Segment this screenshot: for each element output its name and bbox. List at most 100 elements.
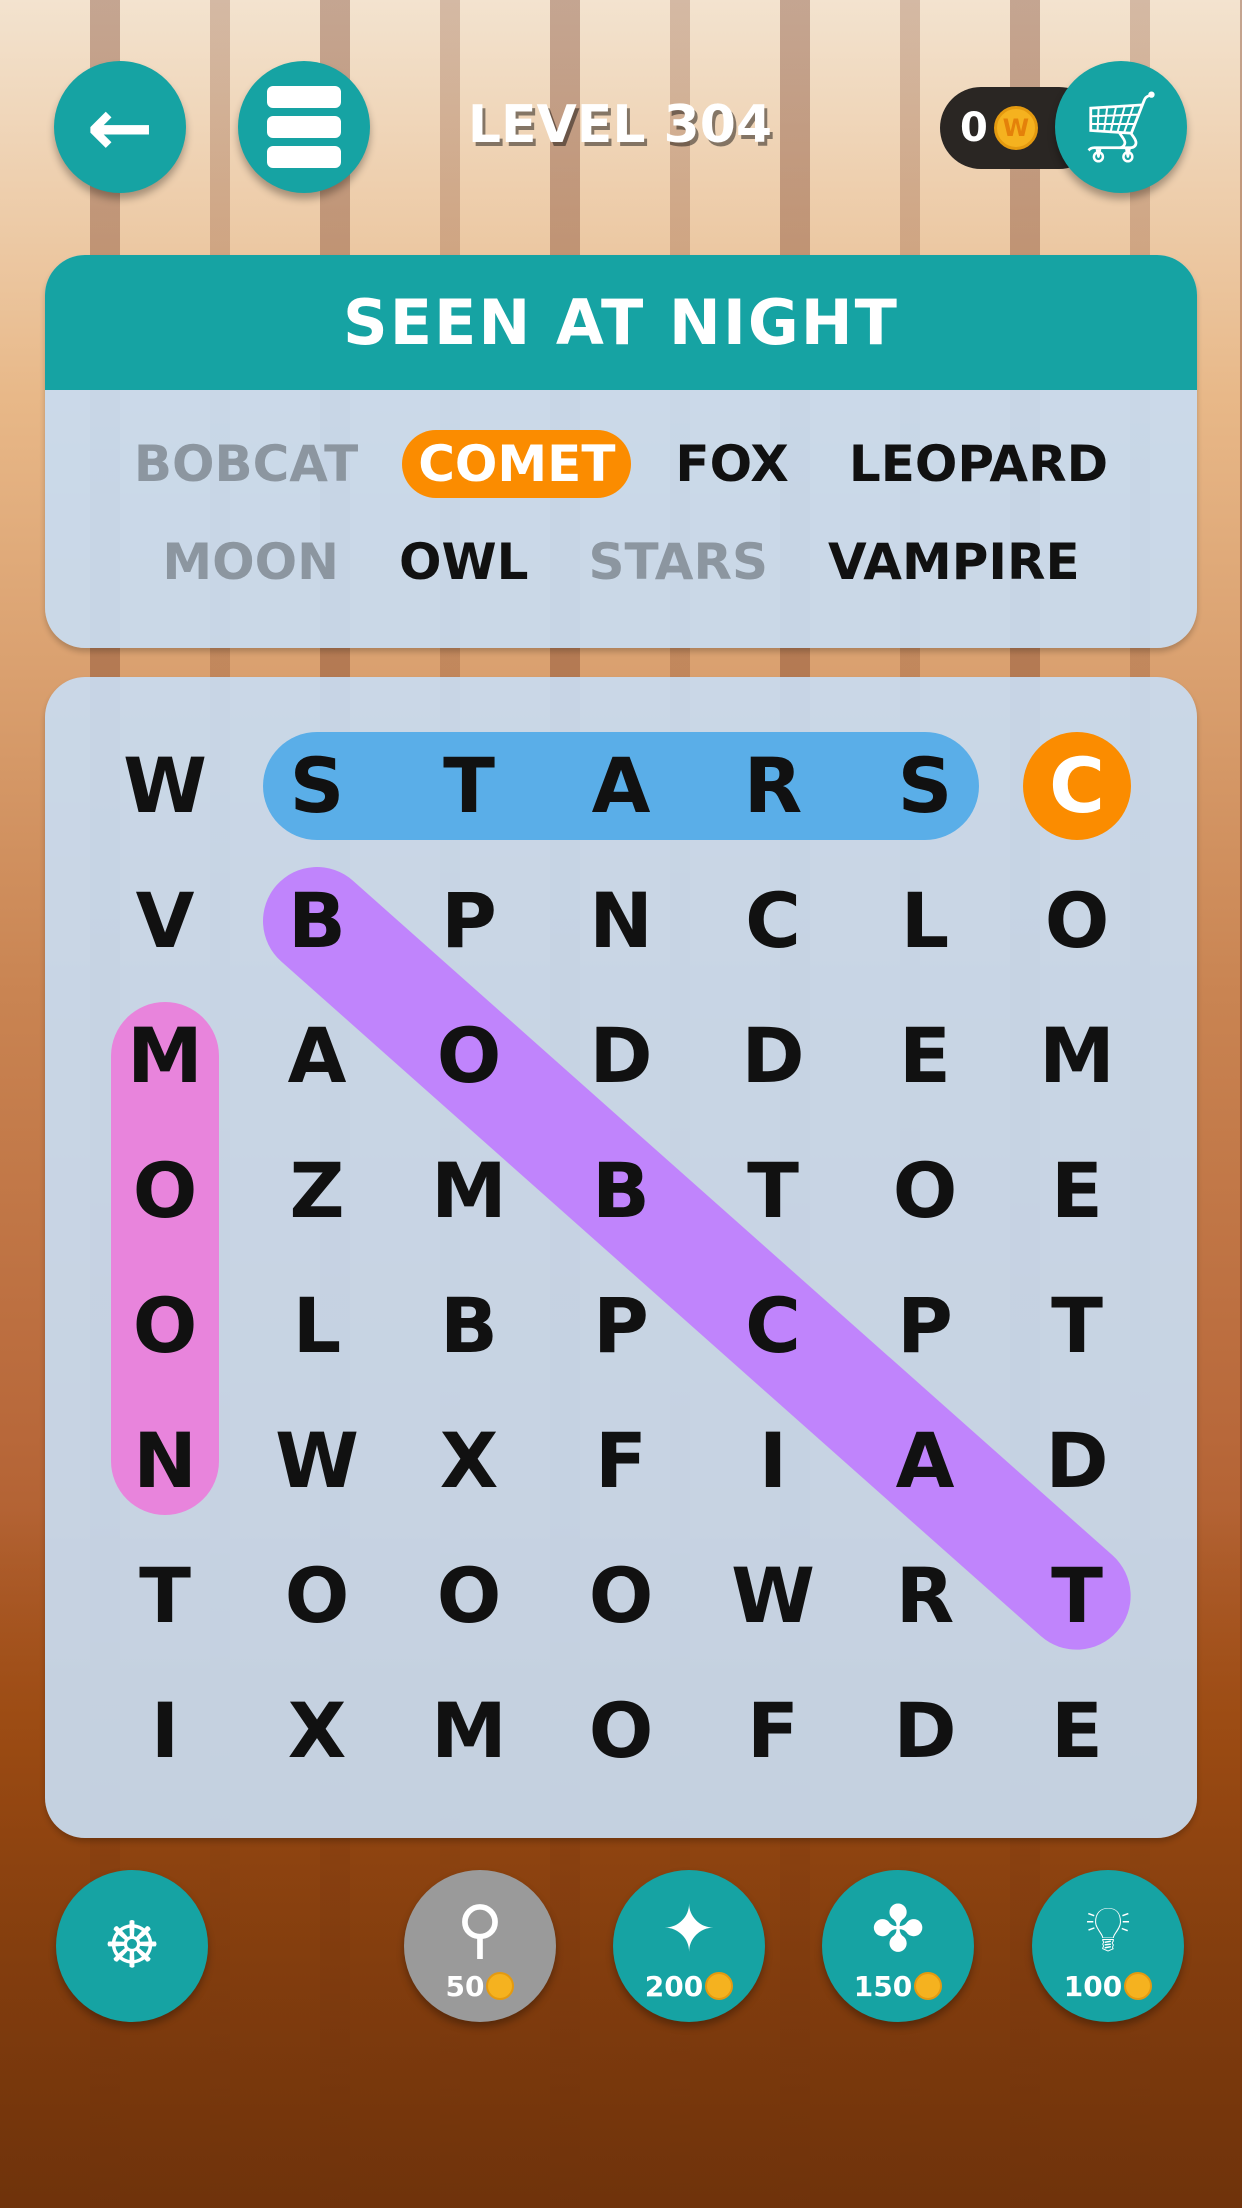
level-title: LEVEL 304 [467, 95, 773, 155]
rocket-button[interactable]: ✦ 200 [613, 1870, 765, 2022]
grid-cell[interactable]: Z [257, 1131, 377, 1251]
grid-cell[interactable]: I [105, 1671, 225, 1791]
grid-cell[interactable]: P [561, 1266, 681, 1386]
magnifier-button[interactable]: ⚲ 50 [404, 1870, 556, 2022]
grid-cell[interactable]: E [865, 996, 985, 1116]
grid-cell[interactable]: D [1017, 1401, 1137, 1521]
letter-grid[interactable]: WSTARSCVBPNCLOMAODDEMOZMBTOEOLBPCPTNWXFI… [45, 677, 1197, 1838]
cost-value: 200 [644, 1969, 704, 2003]
word-leopard: LEOPARD [848, 435, 1109, 493]
coin-icon [1124, 1972, 1153, 2000]
word-comet: COMET [402, 430, 632, 498]
grid-cell[interactable]: C [1017, 726, 1137, 846]
cart-icon: 🛒︎ [1076, 85, 1166, 168]
grid-cell[interactable]: O [257, 1536, 377, 1656]
grid-cell[interactable]: F [713, 1671, 833, 1791]
back-button[interactable]: ← [54, 61, 186, 193]
grid-cell[interactable]: P [409, 861, 529, 981]
lightbulb-icon: 💡︎ [1085, 1892, 1131, 1967]
cost-value: 50 [445, 1969, 485, 2003]
grid-cell[interactable]: W [105, 726, 225, 846]
grid-cell[interactable]: B [409, 1266, 529, 1386]
grid-cell[interactable]: A [865, 1401, 985, 1521]
grid-cell[interactable]: M [105, 996, 225, 1116]
coin-icon: W [993, 106, 1038, 150]
category-title: SEEN AT NIGHT [45, 255, 1197, 390]
word-fox: FOX [675, 435, 789, 493]
grid-cell[interactable]: O [865, 1131, 985, 1251]
grid-cell[interactable]: P [865, 1266, 985, 1386]
cost-label: 200 [644, 1969, 734, 2003]
grid-cell[interactable]: A [257, 996, 377, 1116]
word-owl: OWL [398, 533, 529, 591]
grid-cell[interactable]: T [1017, 1536, 1137, 1656]
grid-cell[interactable]: O [561, 1536, 681, 1656]
grid-cell[interactable]: C [713, 861, 833, 981]
grid-cell[interactable]: O [105, 1131, 225, 1251]
rocket-icon: ✦ [662, 1892, 716, 1967]
grid-cell[interactable]: L [865, 861, 985, 981]
grid-cell[interactable]: O [105, 1266, 225, 1386]
grid-cell[interactable]: D [713, 996, 833, 1116]
grid-cell[interactable]: D [865, 1671, 985, 1791]
word-vampire: VAMPIRE [827, 533, 1080, 591]
grid-cell[interactable]: V [105, 861, 225, 981]
word-moon: MOON [162, 533, 339, 591]
grid-cell[interactable]: T [409, 726, 529, 846]
grid-cell[interactable]: X [409, 1401, 529, 1521]
menu-icon [267, 86, 341, 168]
coin-icon [914, 1972, 943, 2000]
grid-cell[interactable]: C [713, 1266, 833, 1386]
grid-cell[interactable]: M [409, 1131, 529, 1251]
cost-value: 150 [853, 1969, 913, 2003]
grid-cell[interactable]: A [561, 726, 681, 846]
grid-cell[interactable]: T [1017, 1266, 1137, 1386]
cost-label: 50 [446, 1970, 515, 2003]
arrow-left-icon: ← [86, 80, 154, 174]
grid-cell[interactable]: O [409, 1536, 529, 1656]
spin-wheel-icon: ☸ [103, 1909, 161, 1983]
word-row: BOBCAT COMET FOX LEOPARD [45, 430, 1197, 498]
menu-button[interactable] [238, 61, 370, 193]
word-list-panel: SEEN AT NIGHT BOBCAT COMET FOX LEOPARD MOON O… [45, 255, 1197, 648]
grid-cell[interactable]: N [105, 1401, 225, 1521]
word-stars: STARS [588, 533, 768, 591]
grid-cell[interactable]: T [105, 1536, 225, 1656]
grid-cell[interactable]: D [561, 996, 681, 1116]
grid-cell[interactable]: E [1017, 1671, 1137, 1791]
grid-cell[interactable]: I [713, 1401, 833, 1521]
grid-cell[interactable]: N [561, 861, 681, 981]
fan-icon: ✤ [871, 1892, 925, 1967]
cost-label: 100 [1063, 1969, 1153, 2003]
cost-value: 100 [1063, 1969, 1123, 2003]
magnifier-icon: ⚲ [456, 1892, 504, 1967]
grid-cell[interactable]: B [257, 861, 377, 981]
grid-cell[interactable]: O [1017, 861, 1137, 981]
grid-cell[interactable]: M [409, 1671, 529, 1791]
fan-button[interactable]: ✤ 150 [822, 1870, 974, 2022]
grid-cell[interactable]: E [1017, 1131, 1137, 1251]
lightbulb-button[interactable]: 💡︎ 100 [1032, 1870, 1184, 2022]
grid-cell[interactable]: M [1017, 996, 1137, 1116]
grid-cell[interactable]: W [713, 1536, 833, 1656]
grid-cell[interactable]: O [561, 1671, 681, 1791]
word-bobcat: BOBCAT [133, 435, 359, 493]
grid-cell[interactable]: O [409, 996, 529, 1116]
grid-cell[interactable]: R [865, 1536, 985, 1656]
grid-cell[interactable]: W [257, 1401, 377, 1521]
spin-wheel-button[interactable]: ☸ [56, 1870, 208, 2022]
shop-cart-button[interactable]: 🛒︎ [1055, 61, 1187, 193]
word-row: MOON OWL STARS VAMPIRE [45, 528, 1197, 596]
grid-cell[interactable]: T [713, 1131, 833, 1251]
grid-cell[interactable]: B [561, 1131, 681, 1251]
grid-cell[interactable]: S [865, 726, 985, 846]
cost-label: 150 [853, 1969, 943, 2003]
grid-cell[interactable]: S [257, 726, 377, 846]
grid-cell[interactable]: L [257, 1266, 377, 1386]
coin-icon [705, 1972, 734, 2000]
grid-cell[interactable]: R [713, 726, 833, 846]
grid-cell[interactable]: F [561, 1401, 681, 1521]
grid-cell[interactable]: X [257, 1671, 377, 1791]
coin-count: 0 [960, 105, 988, 151]
coin-icon [486, 1972, 515, 2000]
